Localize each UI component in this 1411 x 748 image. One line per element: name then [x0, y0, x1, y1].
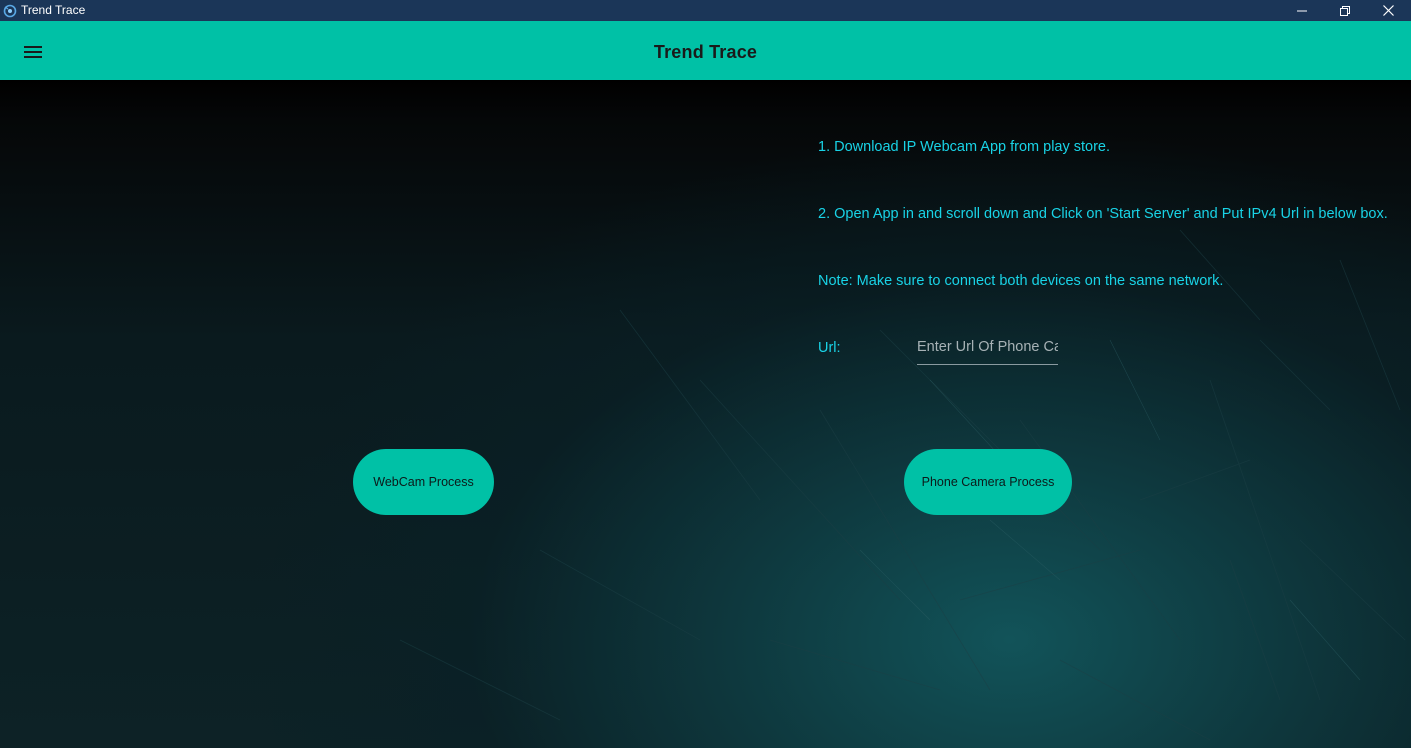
close-icon — [1382, 5, 1394, 16]
instruction-step-1: 1. Download IP Webcam App from play stor… — [818, 139, 1111, 155]
window-title: Trend Trace — [21, 3, 86, 17]
phone-camera-process-button[interactable]: Phone Camera Process — [904, 449, 1072, 515]
url-label: Url: — [818, 340, 841, 356]
main-content: 1. Download IP Webcam App from play stor… — [0, 80, 1411, 748]
window-titlebar: Trend Trace — [0, 0, 1411, 21]
app-logo-icon — [3, 4, 17, 18]
app-bar: Trend Trace — [0, 21, 1411, 80]
page-title: Trend Trace — [653, 42, 758, 62]
instruction-step-2: 2. Open App in and scroll down and Click… — [818, 206, 1388, 222]
close-button[interactable] — [1366, 0, 1410, 21]
webcam-process-button[interactable]: WebCam Process — [353, 449, 494, 515]
restore-icon — [1340, 5, 1350, 16]
url-input[interactable] — [917, 330, 1058, 365]
menu-button[interactable] — [18, 39, 48, 65]
hamburger-menu-icon — [24, 46, 42, 58]
app-window: Trend Trace Trend Trace 1. Download IP W… — [0, 0, 1411, 748]
restore-button[interactable] — [1323, 0, 1367, 21]
scratched-texture-background — [399, 229, 1406, 741]
minimize-button[interactable] — [1280, 0, 1324, 21]
minimize-icon — [1297, 10, 1307, 11]
network-note: Note: Make sure to connect both devices … — [818, 273, 1224, 289]
